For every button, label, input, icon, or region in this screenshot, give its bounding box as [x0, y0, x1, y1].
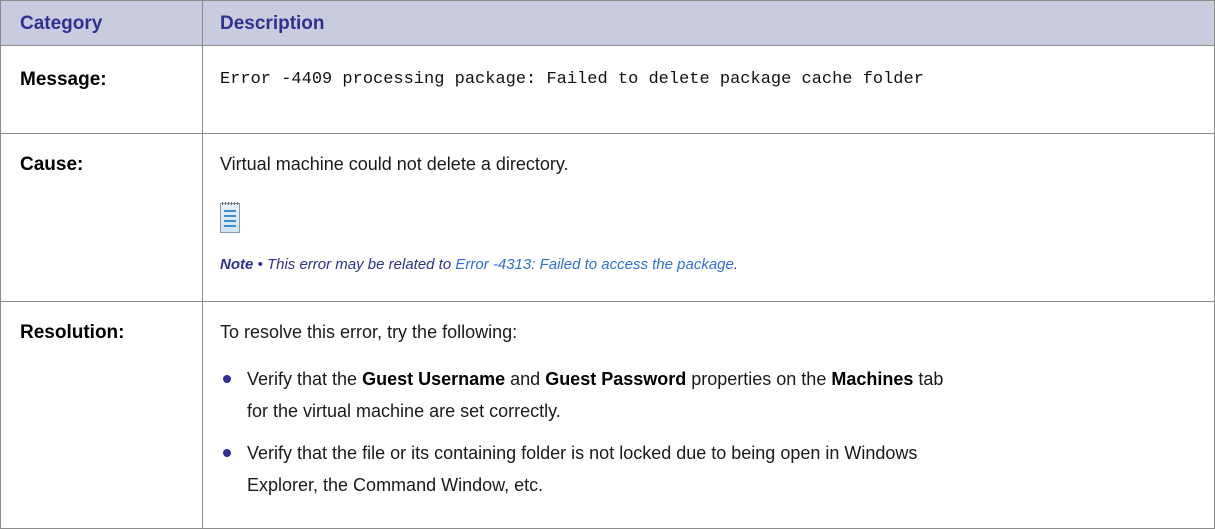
- error-4313-link[interactable]: Error -4313: Failed to access the packag…: [455, 256, 733, 273]
- bullet-icon: [223, 375, 231, 383]
- header-description: Description: [220, 13, 325, 34]
- message-label: Message:: [20, 69, 107, 90]
- resolution-intro: To resolve this error, try the following…: [220, 322, 518, 342]
- list-item: Verify that the Guest Username and Guest…: [247, 369, 944, 421]
- table-row-resolution: Resolution: To resolve this error, try t…: [1, 302, 1214, 528]
- header-category: Category: [20, 13, 103, 34]
- error-reference-table: Category Description Message: Error -440…: [0, 0, 1215, 529]
- note-text: Note • This error may be related to Erro…: [220, 256, 738, 273]
- note-suffix: .: [733, 256, 739, 273]
- guest-password-term: Guest Password: [545, 369, 687, 389]
- machines-tab-term: Machines: [831, 369, 914, 389]
- message-text: Error -4409 processing package: Failed t…: [220, 70, 924, 89]
- guest-username-term: Guest Username: [362, 369, 506, 389]
- note-separator: •: [257, 256, 263, 273]
- cause-text: Virtual machine could not delete a direc…: [220, 154, 569, 174]
- bullet-icon: [223, 449, 231, 457]
- list-item: Verify that the file or its containing f…: [247, 443, 918, 495]
- note-body: This error may be related to: [266, 256, 452, 273]
- table-row-message: Message: Error -4409 processing package:…: [1, 46, 1214, 134]
- note-prefix: Note: [220, 256, 254, 273]
- table-row-cause: Cause: Virtual machine could not delete …: [1, 134, 1214, 302]
- column-divider: [202, 1, 203, 528]
- cause-label: Cause:: [20, 154, 84, 175]
- notepad-icon: [220, 202, 240, 233]
- resolution-label: Resolution:: [20, 322, 125, 343]
- table-header-row: Category Description: [1, 1, 1214, 46]
